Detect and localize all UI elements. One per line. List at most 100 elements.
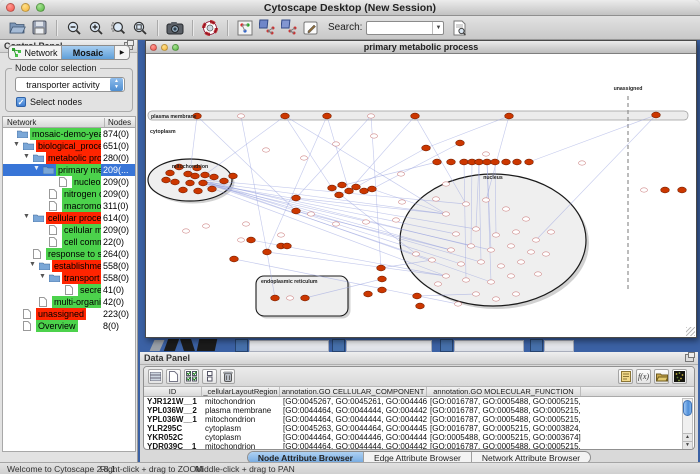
node-outline[interactable] <box>453 232 460 236</box>
node-color-dropdown[interactable]: transporter activity ▲▼ <box>15 77 125 92</box>
delete-attribute-icon[interactable] <box>220 369 235 384</box>
network-column-header[interactable]: Network <box>7 118 36 127</box>
node[interactable] <box>377 265 386 271</box>
search-config-icon[interactable] <box>449 18 469 38</box>
open-icon[interactable] <box>7 18 27 38</box>
expand-arrow-icon[interactable]: ▼ <box>23 153 30 160</box>
nodes-column-header[interactable]: Nodes <box>104 118 131 127</box>
tree-row-unassigned[interactable]: unassigned223(0) <box>3 308 135 320</box>
node-outline[interactable] <box>468 244 475 248</box>
edge[interactable] <box>267 116 327 252</box>
node-outline[interactable] <box>429 258 436 262</box>
node-outline[interactable] <box>398 172 405 176</box>
node-outline[interactable] <box>513 230 520 234</box>
node[interactable] <box>210 174 219 180</box>
background-window[interactable] <box>530 339 543 352</box>
unselect-attributes-icon[interactable] <box>202 369 217 384</box>
background-window[interactable] <box>346 340 432 352</box>
node-outline[interactable] <box>238 114 245 118</box>
node[interactable] <box>460 159 469 165</box>
node-outline[interactable] <box>433 197 440 201</box>
edge[interactable] <box>529 115 656 162</box>
node[interactable] <box>345 188 354 194</box>
edge[interactable] <box>327 116 349 191</box>
node-outline[interactable] <box>478 260 485 264</box>
node[interactable] <box>352 184 361 190</box>
background-window[interactable] <box>544 340 574 352</box>
node[interactable] <box>171 179 180 185</box>
background-window[interactable] <box>332 339 345 352</box>
edge[interactable] <box>349 116 415 191</box>
select-nodes-checkbox[interactable]: ✓ <box>16 97 26 107</box>
edge[interactable] <box>206 182 446 214</box>
node[interactable] <box>413 293 422 299</box>
background-window[interactable] <box>249 340 329 352</box>
node[interactable] <box>491 159 500 165</box>
edge[interactable] <box>536 115 656 240</box>
node[interactable] <box>368 186 377 192</box>
node[interactable] <box>271 295 280 301</box>
tree-row-establishment-of-lo[interactable]: ▼establishment of lo558(0) <box>3 260 135 272</box>
vizmapper-icon-1[interactable] <box>257 18 277 38</box>
node[interactable] <box>483 159 492 165</box>
node-outline[interactable] <box>483 198 490 202</box>
vizmapper-icon-2[interactable] <box>279 18 299 38</box>
node-outline[interactable] <box>543 252 550 256</box>
node[interactable] <box>166 170 175 176</box>
node-outline[interactable] <box>413 252 420 256</box>
node[interactable] <box>247 237 256 243</box>
node[interactable] <box>229 173 238 179</box>
help-lifesaver-icon[interactable] <box>200 18 220 38</box>
notes-icon[interactable] <box>618 369 633 384</box>
tree-row-cell-communicat[interactable]: cell communicat22(0) <box>3 236 135 248</box>
node-outline[interactable] <box>493 297 500 301</box>
zoom-selected-icon[interactable] <box>108 18 128 38</box>
tree-row-response-to-stimulu[interactable]: response to stimulu264(0) <box>3 248 135 260</box>
tree-row-nucleobase-[interactable]: nucleobase-209(0) <box>3 176 135 188</box>
zoom-out-icon[interactable] <box>64 18 84 38</box>
node[interactable] <box>652 112 661 118</box>
node-outline[interactable] <box>528 250 535 254</box>
node-outline[interactable] <box>523 217 530 221</box>
node[interactable] <box>263 249 272 255</box>
node-outline[interactable] <box>488 248 495 252</box>
node-outline[interactable] <box>548 230 555 234</box>
node[interactable] <box>301 295 310 301</box>
tab-network-attribute-browser[interactable]: Network Attribute Browser <box>472 452 590 462</box>
matrix-icon[interactable] <box>672 369 687 384</box>
node[interactable] <box>162 177 171 183</box>
tree-row-cellular-metabo[interactable]: cellular metabo209(0) <box>3 224 135 236</box>
tree-row-metabolic-process[interactable]: ▼metabolic process280(0) <box>3 152 135 164</box>
table-row[interactable]: YPL036W__2plasma membrane[GO:0044464, GO… <box>144 406 694 415</box>
node[interactable] <box>502 159 511 165</box>
node[interactable] <box>335 192 344 198</box>
node[interactable] <box>230 256 239 262</box>
annotation-icon[interactable] <box>301 18 321 38</box>
column-header[interactable]: ID <box>144 387 202 396</box>
tree-row-biological-process[interactable]: ▼biological_process651(0) <box>3 140 135 152</box>
tree-row-overview[interactable]: Overview8(0) <box>3 320 135 332</box>
node-outline[interactable] <box>473 227 480 231</box>
node[interactable] <box>179 187 188 193</box>
tree-row-secretion[interactable]: secretion41(0) <box>3 284 135 296</box>
network-window-titlebar[interactable]: primary metabolic process <box>146 41 696 54</box>
node-outline[interactable] <box>518 260 525 264</box>
node[interactable] <box>378 287 387 293</box>
table-row[interactable]: YDR039C__1mitochondrion[GO:0044464, GO:0… <box>144 442 694 450</box>
table-row[interactable]: YJR121W__1mitochondrion[GO:0045267, GO:0… <box>144 397 694 406</box>
node[interactable] <box>422 145 431 151</box>
zoom-fit-icon[interactable] <box>130 18 150 38</box>
snapshot-camera-icon[interactable] <box>165 18 185 38</box>
node-outline[interactable] <box>498 264 505 268</box>
node-outline[interactable] <box>368 114 375 118</box>
node-outline[interactable] <box>443 182 450 186</box>
node[interactable] <box>456 140 465 146</box>
node-outline[interactable] <box>458 262 465 266</box>
node-outline[interactable] <box>579 161 586 165</box>
node-outline[interactable] <box>473 292 480 296</box>
node-outline[interactable] <box>203 224 210 228</box>
node-outline[interactable] <box>463 202 470 206</box>
node[interactable] <box>191 173 200 179</box>
node-outline[interactable] <box>238 238 245 242</box>
tree-row-mosaic-demo-yeast[interactable]: mosaic-demo-yeast874(0) <box>3 128 135 140</box>
